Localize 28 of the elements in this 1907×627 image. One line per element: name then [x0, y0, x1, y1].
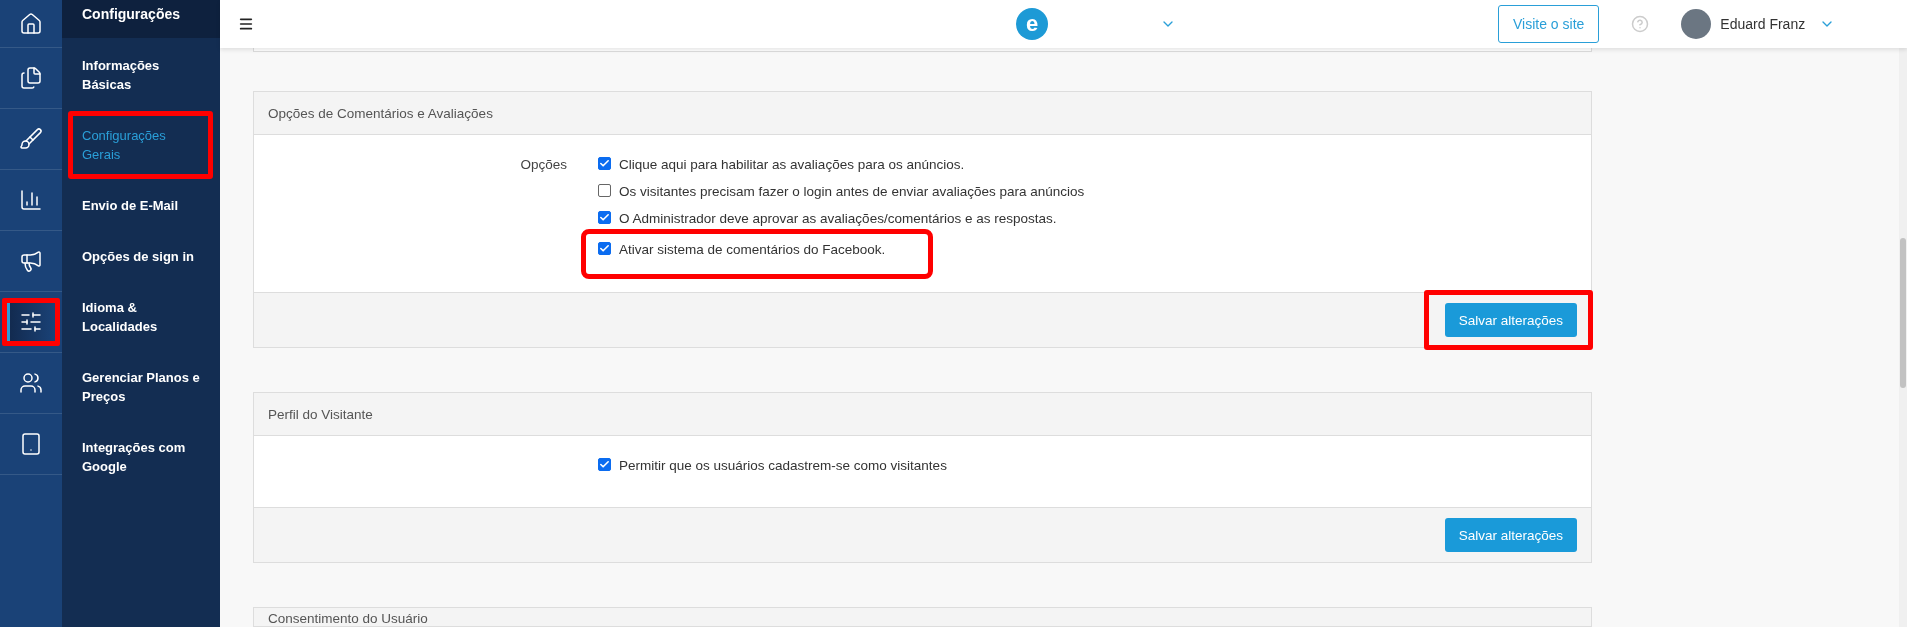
checkbox-label: Os visitantes precisam fazer o login antes de enviar avaliações para anúncios: [619, 183, 1085, 202]
checkbox[interactable]: [598, 242, 611, 256]
sidebar-item[interactable]: Configurações Gerais: [68, 111, 213, 179]
sidebar-item[interactable]: Idioma & Localidades: [68, 283, 213, 351]
sliders-icon[interactable]: [2, 298, 60, 346]
panel-title: Perfil do Visitante: [268, 406, 373, 422]
checkbox[interactable]: [598, 211, 611, 225]
sidebar-title: Configurações: [62, 0, 220, 38]
checkbox[interactable]: [598, 184, 611, 198]
sidebar-item[interactable]: Integrações com Google: [68, 423, 213, 491]
panel-title: Consentimento do Usuário: [268, 612, 428, 626]
options-label: Opções: [519, 156, 567, 175]
sidebar-item[interactable]: Envio de E-Mail: [68, 181, 213, 230]
panel-title: Opções de Comentários e Avaliações: [268, 105, 493, 121]
scrollbar[interactable]: [1899, 48, 1907, 627]
sidebar-item[interactable]: Gerenciar Planos e Preços: [68, 353, 213, 421]
checkbox-label: Clique aqui para habilitar as avaliações para os anúncios.: [619, 156, 965, 175]
scrollbar-thumb[interactable]: [1900, 238, 1906, 388]
checkbox-label: Ativar sistema de comentários do Facebook.: [619, 241, 886, 260]
sidebar-item[interactable]: Opções de sign in: [68, 232, 213, 281]
sidebar-item[interactable]: Informações Básicas: [68, 41, 213, 109]
checkbox-label: O Administrador deve aprovar as avaliações/comentários e as respostas.: [619, 210, 1057, 229]
checkbox-label: Permitir que os usuários cadastrem-se como visitantes: [619, 457, 947, 476]
avatar[interactable]: [1681, 9, 1712, 39]
user-name[interactable]: Eduard Franz: [1720, 16, 1806, 32]
checkbox[interactable]: [598, 157, 611, 171]
checkbox[interactable]: [598, 458, 611, 472]
menu-icon[interactable]: [238, 16, 254, 32]
